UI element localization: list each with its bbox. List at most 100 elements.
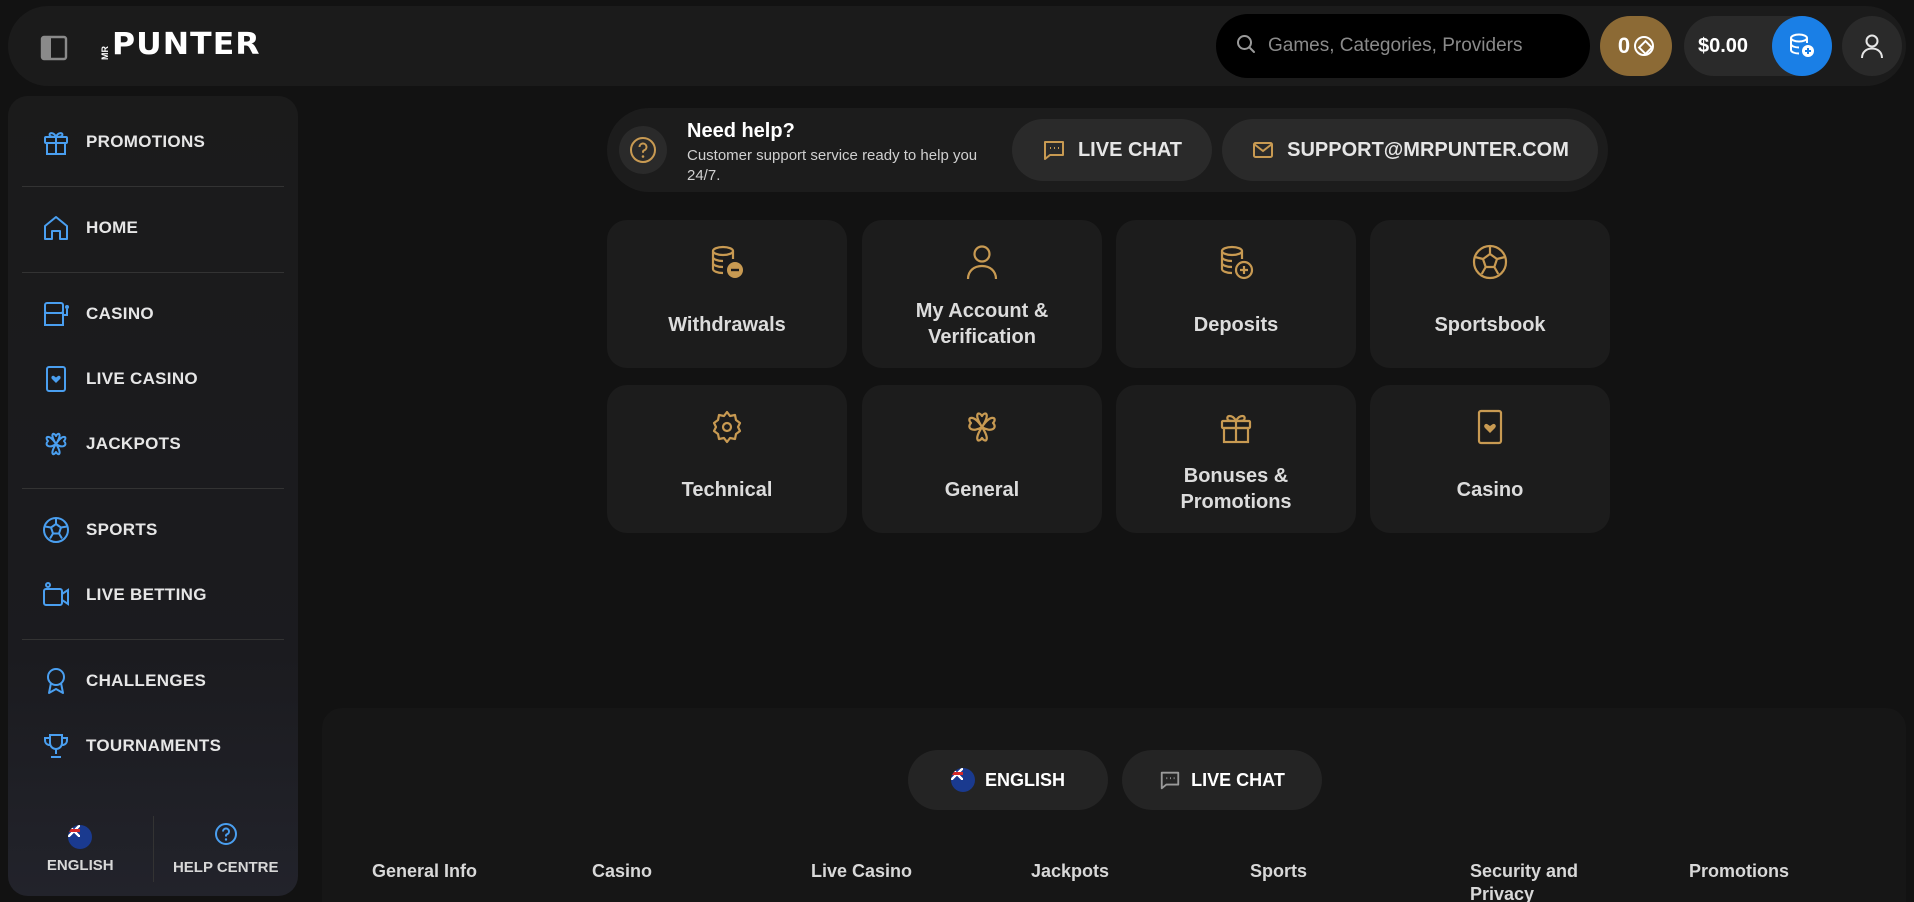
sidebar-item-label: HOME	[86, 218, 139, 237]
sidebar-toggle-icon[interactable]	[40, 34, 68, 62]
logo-punter: PUNTER	[112, 27, 261, 62]
sidebar-item-label: JACKPOTS	[86, 434, 181, 453]
language-selector[interactable]: ENGLISH	[8, 802, 153, 896]
home-icon	[40, 212, 72, 244]
help-subtitle: Customer support service ready to help y…	[687, 147, 978, 184]
sidebar-item-jackpots[interactable]: JACKPOTS	[22, 416, 284, 472]
sidebar: PROMOTIONS HOME CASINO LIVE CASINO JACKP…	[8, 96, 298, 896]
sidebar-item-label: SPORTS	[86, 520, 158, 539]
chat-icon	[1043, 141, 1064, 160]
medal-icon	[40, 665, 72, 697]
category-label: Technical	[681, 479, 773, 501]
category-label: Withdrawals	[668, 314, 786, 336]
help-centre-label: HELP CENTRE	[172, 859, 279, 876]
nz-flag-icon	[950, 768, 975, 792]
category-deposits[interactable]: Deposits	[1116, 220, 1356, 368]
coins-count: 0	[1617, 33, 1631, 58]
category-technical[interactable]: Technical	[607, 385, 847, 533]
coin-icon	[1634, 36, 1655, 56]
footer-live-chat-button[interactable]: LIVE CHAT	[1122, 750, 1322, 810]
category-casino[interactable]: Casino	[1370, 385, 1610, 533]
category-withdrawals[interactable]: Withdrawals	[607, 220, 847, 368]
footer-column-general-info[interactable]: General Info	[372, 860, 477, 883]
nz-flag-icon	[68, 824, 93, 849]
logo[interactable]: MR PUNTER	[100, 30, 260, 61]
soccer-ball-icon	[1470, 242, 1510, 282]
footer-live-chat-label: LIVE CHAT	[1191, 769, 1285, 790]
sidebar-item-promotions[interactable]: PROMOTIONS	[22, 114, 284, 170]
coins-plus-icon	[1216, 242, 1256, 282]
live-chat-button[interactable]: LIVE CHAT	[1012, 119, 1212, 181]
footer-column-sports[interactable]: Sports	[1250, 860, 1307, 883]
search-bar[interactable]	[1216, 14, 1590, 78]
slot-machine-icon	[40, 298, 72, 330]
mail-icon	[1253, 142, 1274, 158]
gift-icon	[40, 126, 72, 158]
sidebar-item-live-casino[interactable]: LIVE CASINO	[22, 351, 284, 407]
search-icon	[1236, 34, 1256, 59]
sidebar-item-home[interactable]: HOME	[22, 200, 284, 256]
question-icon	[619, 126, 667, 174]
gift-icon	[1216, 407, 1256, 447]
wallet-plus-icon	[1790, 33, 1814, 57]
sidebar-item-label: TOURNAMENTS	[86, 736, 222, 755]
video-camera-icon	[40, 579, 72, 611]
clover-icon	[40, 428, 72, 460]
footer: ENGLISH LIVE CHAT General Info Casino Li…	[322, 708, 1906, 902]
category-label: Casino	[1456, 479, 1524, 501]
category-label: My Account & Verification	[915, 300, 1049, 348]
help-card: Need help? Customer support service read…	[607, 108, 1608, 192]
sidebar-item-label: LIVE CASINO	[86, 369, 198, 388]
category-sportsbook[interactable]: Sportsbook	[1370, 220, 1610, 368]
sidebar-item-label: LIVE BETTING	[86, 585, 207, 604]
category-label: Deposits	[1193, 314, 1279, 336]
sidebar-item-label: PROMOTIONS	[86, 132, 206, 151]
soccer-ball-icon	[40, 514, 72, 546]
top-bar: MR PUNTER 0 $0.00	[8, 6, 1906, 86]
gear-icon	[707, 407, 747, 447]
divider	[22, 272, 284, 273]
sidebar-bottom: ENGLISH HELP CENTRE	[8, 802, 298, 896]
footer-column-promotions[interactable]: Promotions	[1689, 860, 1789, 883]
category-label: Sportsbook	[1434, 314, 1546, 336]
footer-language-button[interactable]: ENGLISH	[908, 750, 1108, 810]
logo-mr: MR	[100, 46, 110, 60]
live-chat-label: LIVE CHAT	[1077, 138, 1183, 161]
account-button[interactable]	[1842, 16, 1902, 76]
sidebar-item-live-betting[interactable]: LIVE BETTING	[22, 567, 284, 623]
footer-column-jackpots[interactable]: Jackpots	[1031, 860, 1109, 883]
sidebar-item-casino[interactable]: CASINO	[22, 286, 284, 342]
category-label: General	[944, 479, 1020, 501]
help-title: Need help?	[687, 120, 795, 142]
sidebar-item-sports[interactable]: SPORTS	[22, 502, 284, 558]
coins-button[interactable]: 0	[1600, 16, 1672, 76]
card-heart-icon	[1470, 407, 1510, 447]
help-centre-link[interactable]: HELP CENTRE	[154, 802, 299, 896]
sidebar-item-label: CHALLENGES	[86, 671, 207, 690]
divider	[22, 639, 284, 640]
footer-column-live-casino[interactable]: Live Casino	[811, 860, 912, 883]
footer-language-label: ENGLISH	[984, 769, 1065, 790]
category-my-account[interactable]: My Account & Verification	[862, 220, 1102, 368]
chat-icon	[1160, 771, 1180, 790]
category-general[interactable]: General	[862, 385, 1102, 533]
category-label: Bonuses & Promotions	[1180, 465, 1292, 513]
sidebar-item-tournaments[interactable]: TOURNAMENTS	[22, 718, 284, 774]
footer-column-casino[interactable]: Casino	[592, 860, 652, 883]
language-label: ENGLISH	[46, 856, 114, 874]
category-bonuses-promotions[interactable]: Bonuses & Promotions	[1116, 385, 1356, 533]
footer-column-security-privacy[interactable]: Security and Privacy	[1470, 860, 1620, 902]
divider	[22, 488, 284, 489]
clover-icon	[962, 407, 1002, 447]
sidebar-item-label: CASINO	[86, 304, 154, 323]
card-heart-icon	[40, 363, 72, 395]
sidebar-item-challenges[interactable]: CHALLENGES	[22, 653, 284, 709]
trophy-icon	[40, 730, 72, 762]
balance-value: $0.00	[1698, 34, 1749, 57]
user-icon	[1861, 34, 1883, 59]
deposit-button[interactable]	[1772, 16, 1832, 76]
divider	[22, 186, 284, 187]
email-support-button[interactable]: SUPPORT@MRPUNTER.COM	[1222, 119, 1598, 181]
help-circle-icon	[214, 822, 238, 851]
search-input[interactable]	[1268, 35, 1578, 57]
